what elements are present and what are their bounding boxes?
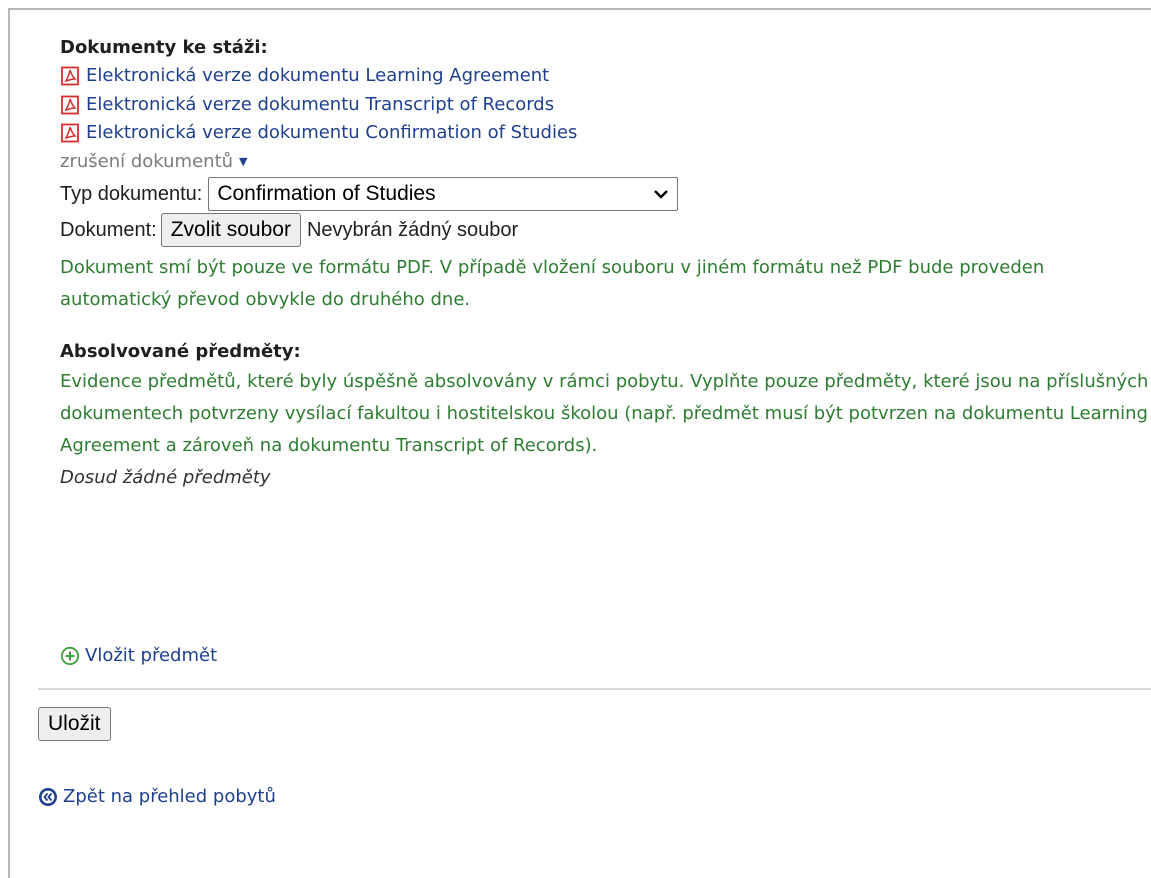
cancel-documents-label[interactable]: zrušení dokumentů (60, 151, 233, 172)
document-format-help: Dokument smí být pouze ve formátu PDF. V… (60, 256, 1045, 310)
pdf-file-icon (61, 123, 79, 143)
documents-heading: Dokumenty ke stáži: (60, 37, 268, 58)
document-link-learning-agreement[interactable]: Elektronická verze dokumentu Learning Ag… (60, 62, 1150, 91)
back-to-stays-label[interactable]: Zpět na přehled pobytů (63, 786, 276, 807)
file-status-text: Nevybrán žádný soubor (306, 218, 519, 241)
chevron-down-icon (654, 189, 669, 199)
internship-documents-form: Dokumenty ke stáži: Elektronická verze d… (60, 34, 1150, 494)
plus-circle-icon (60, 646, 80, 665)
save-row: Uložit (38, 707, 111, 741)
back-to-stays-link[interactable]: Zpět na přehled pobytů (38, 786, 276, 807)
document-link-label[interactable]: Elektronická verze dokumentu Transcript … (86, 91, 554, 119)
subjects-help: Evidence předmětů, které byly úspěšně ab… (60, 370, 1149, 456)
document-file-row: Dokument: Zvolit soubor Nevybrán žádný s… (60, 212, 1150, 248)
document-link-label[interactable]: Elektronická verze dokumentu Learning Ag… (86, 62, 549, 90)
double-chevron-left-icon (39, 787, 57, 806)
subjects-heading: Absolvované předměty: (60, 340, 301, 362)
document-type-row: Typ dokumentu: Confirmation of Studies (60, 176, 1150, 212)
choose-file-button[interactable]: Zvolit soubor (160, 212, 301, 247)
subjects-empty-message: Dosud žádné předměty (60, 466, 271, 488)
document-file-label: Dokument: (60, 218, 157, 241)
document-link-transcript-of-records[interactable]: Elektronická verze dokumentu Transcript … (60, 91, 1150, 120)
document-link-confirmation-of-studies[interactable]: Elektronická verze dokumentu Confirmatio… (60, 119, 1150, 148)
form-divider (38, 688, 1151, 690)
add-subject-link[interactable]: Vložit předmět (60, 645, 217, 666)
document-type-value: Confirmation of Studies (217, 181, 436, 205)
pdf-file-icon (61, 95, 79, 115)
pdf-file-icon (61, 66, 79, 86)
add-subject-label[interactable]: Vložit předmět (85, 645, 217, 666)
document-type-select[interactable]: Confirmation of Studies (208, 176, 679, 211)
save-button[interactable]: Uložit (38, 707, 111, 741)
document-type-label: Typ dokumentu: (60, 182, 203, 205)
caret-down-icon: ▼ (239, 154, 248, 168)
cancel-documents-toggle[interactable]: zrušení dokumentů ▼ (60, 148, 1150, 176)
document-link-label[interactable]: Elektronická verze dokumentu Confirmatio… (86, 119, 577, 147)
